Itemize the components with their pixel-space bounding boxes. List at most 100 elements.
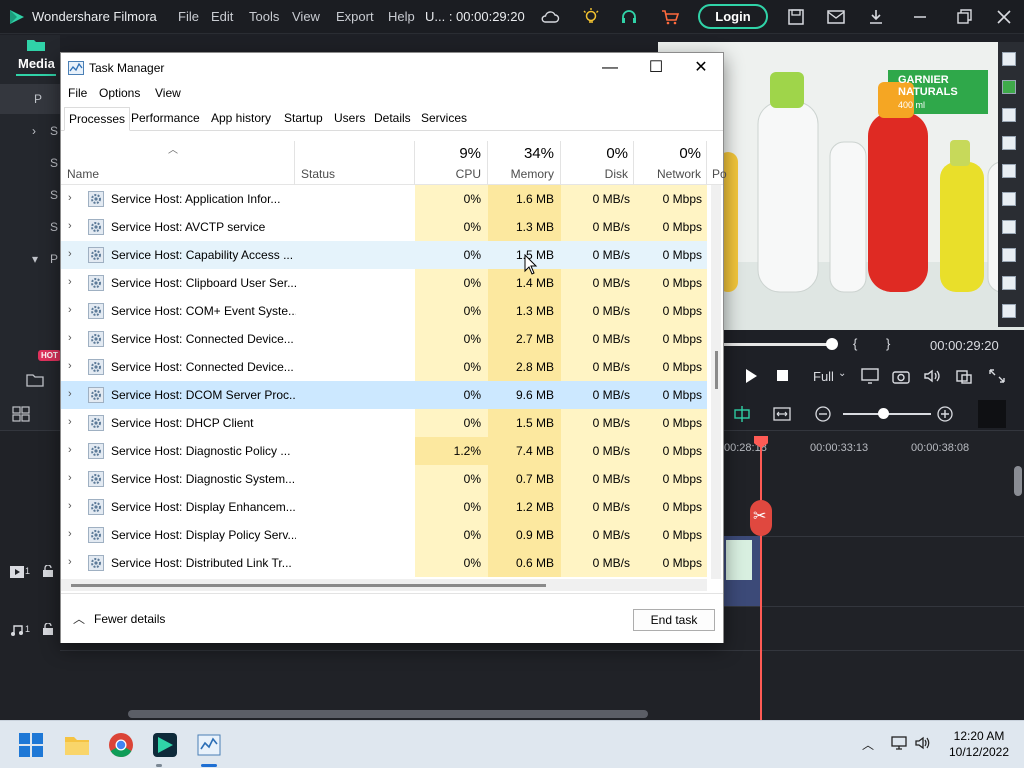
strip-thumb[interactable] bbox=[1002, 52, 1016, 66]
end-task-button[interactable]: End task bbox=[633, 609, 715, 631]
chevron-right-icon[interactable]: › bbox=[68, 213, 78, 241]
sidebar-chevron-1[interactable]: › bbox=[32, 124, 36, 138]
strip-thumb[interactable] bbox=[1002, 276, 1016, 290]
tab-performance[interactable]: Performance bbox=[127, 107, 204, 131]
speaker-icon[interactable] bbox=[914, 735, 932, 751]
tab-processes[interactable]: Processes bbox=[64, 107, 131, 131]
col-name[interactable]: Name bbox=[67, 167, 99, 181]
chevron-up-icon[interactable]: ︿ bbox=[862, 736, 874, 753]
tm-vscrollbar-thumb[interactable] bbox=[715, 351, 718, 389]
chevron-right-icon[interactable]: › bbox=[68, 409, 78, 437]
chevron-right-icon[interactable]: › bbox=[68, 381, 78, 409]
tm-menu-file[interactable]: File bbox=[68, 86, 87, 100]
tm-minimize-button[interactable]: — bbox=[587, 53, 633, 83]
volume-icon[interactable] bbox=[922, 367, 942, 385]
layout-icon[interactable] bbox=[12, 406, 30, 422]
play-icon[interactable] bbox=[744, 368, 758, 384]
table-row[interactable]: › Service Host: Connected Device... 0% 2.7 … bbox=[61, 325, 707, 353]
lock-icon[interactable] bbox=[42, 623, 54, 635]
filmora-menu-tools[interactable]: Tools bbox=[249, 9, 279, 24]
table-row[interactable]: › Service Host: AVCTP service 0% 1.3 MB 0 MB… bbox=[61, 213, 707, 241]
chevron-right-icon[interactable]: › bbox=[68, 185, 78, 213]
task-manager-taskbar-icon[interactable] bbox=[195, 731, 223, 759]
cloud-icon[interactable] bbox=[540, 7, 560, 27]
progress-handle[interactable] bbox=[826, 338, 838, 350]
filmora-menu-file[interactable]: File bbox=[178, 9, 199, 24]
chevron-right-icon[interactable]: › bbox=[68, 241, 78, 269]
col-status[interactable]: Status bbox=[301, 167, 335, 181]
col-memory-pct[interactable]: 34% bbox=[491, 145, 554, 162]
cart-icon[interactable] bbox=[660, 7, 680, 27]
table-row[interactable]: › Service Host: Clipboard User Ser... 0% 1.… bbox=[61, 269, 707, 297]
taskbar-date[interactable]: 10/12/2022 bbox=[944, 745, 1014, 759]
login-button[interactable]: Login bbox=[698, 4, 768, 29]
playhead[interactable] bbox=[760, 436, 762, 720]
table-row[interactable]: › Service Host: Connected Device... 0% 2.8 … bbox=[61, 353, 707, 381]
col-power[interactable]: Po bbox=[712, 167, 727, 181]
chevron-right-icon[interactable]: › bbox=[68, 437, 78, 465]
col-disk[interactable]: Disk bbox=[563, 167, 628, 181]
monitor-icon[interactable] bbox=[860, 367, 880, 385]
table-row[interactable]: › Service Host: Distributed Link Tr... 0% 0… bbox=[61, 549, 707, 577]
timeline-scrollbar[interactable] bbox=[128, 710, 648, 718]
download-icon[interactable] bbox=[866, 7, 886, 27]
network-icon[interactable] bbox=[890, 735, 908, 751]
tm-maximize-button[interactable]: ☐ bbox=[633, 53, 679, 83]
media-tab[interactable]: Media bbox=[18, 56, 55, 71]
strip-thumb[interactable] bbox=[1002, 136, 1016, 150]
mail-icon[interactable] bbox=[826, 7, 846, 27]
sidebar-item-3[interactable]: S bbox=[50, 156, 58, 170]
add-folder-icon[interactable] bbox=[26, 372, 44, 388]
filmora-menu-edit[interactable]: Edit bbox=[211, 9, 233, 24]
col-cpu[interactable]: CPU bbox=[417, 167, 481, 181]
tab-app-history[interactable]: App history bbox=[207, 107, 275, 131]
close-icon[interactable] bbox=[994, 7, 1014, 27]
windows-start-icon[interactable] bbox=[18, 732, 44, 758]
table-row[interactable]: › Service Host: DHCP Client 0% 1.5 MB 0 MB/s… bbox=[61, 409, 707, 437]
chevron-right-icon[interactable]: › bbox=[68, 297, 78, 325]
col-network[interactable]: Network bbox=[637, 167, 701, 181]
table-row[interactable]: › Service Host: COM+ Event Syste... 0% 1.3 … bbox=[61, 297, 707, 325]
chevron-right-icon[interactable]: › bbox=[68, 269, 78, 297]
fullscreen-icon[interactable] bbox=[987, 367, 1007, 385]
col-disk-pct[interactable]: 0% bbox=[563, 145, 628, 162]
snap-icon[interactable] bbox=[732, 405, 752, 423]
strip-thumb[interactable] bbox=[1002, 80, 1016, 94]
snapshot-icon[interactable] bbox=[954, 367, 974, 385]
filmora-menu-export[interactable]: Export bbox=[336, 9, 374, 24]
chevron-right-icon[interactable]: › bbox=[68, 325, 78, 353]
tab-details[interactable]: Details bbox=[370, 107, 415, 131]
panel-toggle[interactable] bbox=[978, 400, 1006, 428]
zoom-out-icon[interactable] bbox=[814, 405, 832, 423]
fit-icon[interactable] bbox=[772, 405, 792, 423]
table-row[interactable]: › Service Host: Diagnostic System... 0% 0.7… bbox=[61, 465, 707, 493]
save-icon[interactable] bbox=[786, 7, 806, 27]
chevron-right-icon[interactable]: › bbox=[68, 521, 78, 549]
sidebar-item-5[interactable]: S bbox=[50, 220, 58, 234]
tm-titlebar[interactable]: Task Manager — ☐ ✕ bbox=[61, 53, 723, 83]
table-row[interactable]: › Service Host: Capability Access ... 0% 1.… bbox=[61, 241, 707, 269]
table-row[interactable]: › Service Host: Application Infor... 0% 1.6… bbox=[61, 185, 707, 213]
fewer-details-link[interactable]: Fewer details bbox=[94, 612, 165, 626]
filmora-menu-help[interactable]: Help bbox=[388, 9, 415, 24]
minimize-icon[interactable] bbox=[910, 7, 930, 27]
col-network-pct[interactable]: 0% bbox=[637, 145, 701, 162]
taskbar-time[interactable]: 12:20 AM bbox=[944, 729, 1014, 743]
mark-out-icon[interactable]: } bbox=[886, 336, 890, 351]
table-row[interactable]: › Service Host: DCOM Server Proc... 0% 9.6 … bbox=[61, 381, 707, 409]
file-explorer-icon[interactable] bbox=[63, 731, 91, 759]
bulb-icon[interactable] bbox=[581, 7, 601, 27]
filmora-taskbar-icon[interactable] bbox=[151, 731, 179, 759]
strip-thumb[interactable] bbox=[1002, 164, 1016, 178]
sidebar-item-1[interactable]: P bbox=[34, 92, 42, 106]
lock-icon[interactable] bbox=[42, 565, 54, 577]
chevron-right-icon[interactable]: › bbox=[68, 465, 78, 493]
tab-users[interactable]: Users bbox=[330, 107, 369, 131]
zoom-in-icon[interactable] bbox=[936, 405, 954, 423]
media-folder-icon[interactable] bbox=[26, 38, 46, 52]
sidebar-chevron-2[interactable]: ▾ bbox=[32, 252, 38, 266]
mark-in-icon[interactable]: { bbox=[853, 336, 857, 351]
tab-startup[interactable]: Startup bbox=[280, 107, 327, 131]
headset-icon[interactable] bbox=[619, 7, 639, 27]
timeline-vscrollbar[interactable] bbox=[1014, 466, 1022, 496]
